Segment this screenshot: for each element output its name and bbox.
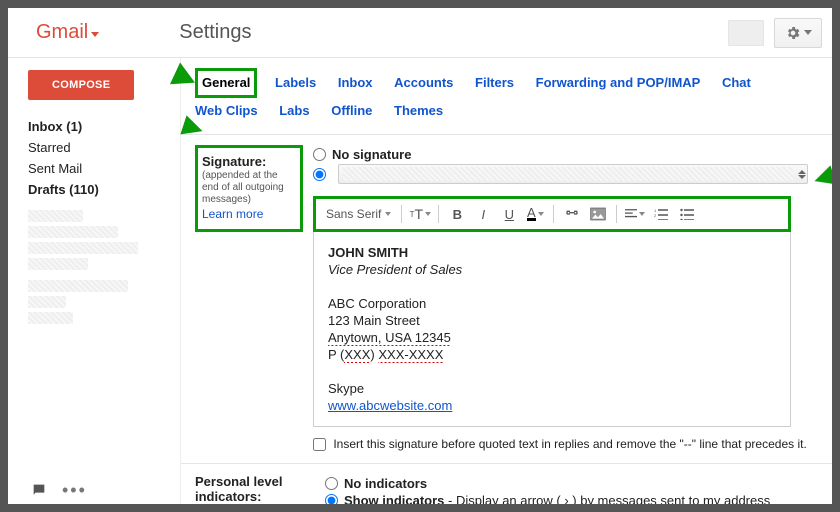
font-picker[interactable]: Sans Serif xyxy=(324,207,393,221)
gear-icon xyxy=(785,25,801,41)
nav-drafts[interactable]: Drafts (110) xyxy=(28,179,172,200)
no-indicators-label: No indicators xyxy=(344,476,427,491)
content: General Labels Inbox Accounts Filters Fo… xyxy=(180,58,832,504)
identity-selector[interactable] xyxy=(338,164,808,184)
caret-down-icon xyxy=(385,212,391,216)
font-label: Sans Serif xyxy=(326,207,381,221)
svg-text:2: 2 xyxy=(654,213,657,218)
page-title: Settings xyxy=(179,21,251,44)
signature-editor[interactable]: JOHN SMITH Vice President of Sales ABC C… xyxy=(313,232,791,427)
signature-label-box: Signature: (appended at the end of all o… xyxy=(195,145,303,232)
stepper-down-icon xyxy=(798,175,806,179)
image-button[interactable] xyxy=(588,205,608,223)
stepper-up-icon xyxy=(798,170,806,174)
caret-down-icon xyxy=(804,30,812,35)
insert-before-label: Insert this signature before quoted text… xyxy=(333,437,806,451)
account-avatar[interactable] xyxy=(728,20,764,46)
bulleted-list-button[interactable] xyxy=(677,205,697,223)
signature-section: Signature: (appended at the end of all o… xyxy=(181,141,832,451)
divider xyxy=(181,463,832,464)
link-button[interactable] xyxy=(562,205,582,223)
caret-down-icon xyxy=(639,212,645,216)
more-icon[interactable]: ••• xyxy=(62,486,87,494)
compose-button[interactable]: COMPOSE xyxy=(28,70,134,100)
show-indicators-label: Show indicators xyxy=(344,493,444,504)
sig-url[interactable]: www.abcwebsite.com xyxy=(328,398,452,413)
sig-street: 123 Main Street xyxy=(328,312,776,329)
sig-city: Anytown, USA 12345 xyxy=(328,329,776,346)
nav-starred[interactable]: Starred xyxy=(28,137,172,158)
nav-list: Inbox (1) Starred Sent Mail Drafts (110) xyxy=(28,116,172,200)
tab-themes[interactable]: Themes xyxy=(394,100,443,122)
insert-before-checkbox[interactable] xyxy=(313,438,326,451)
radio-show-indicators[interactable] xyxy=(325,494,338,504)
indicators-heading: Personal level indicators: xyxy=(195,474,282,504)
underline-button[interactable]: U xyxy=(499,205,519,223)
text-color-button[interactable]: A xyxy=(525,205,545,223)
italic-button[interactable]: I xyxy=(473,205,493,223)
sig-phone: P (XXX) XXX-XXXX xyxy=(328,346,776,363)
numbered-list-button[interactable]: 12 xyxy=(651,205,671,223)
insert-before-row: Insert this signature before quoted text… xyxy=(313,437,808,451)
radio-no-signature[interactable] xyxy=(313,148,326,161)
tab-chat[interactable]: Chat xyxy=(722,72,751,94)
signature-hint: (appended at the end of all outgoing mes… xyxy=(202,170,292,206)
sig-skype: Skype xyxy=(328,380,776,397)
tab-accounts[interactable]: Accounts xyxy=(394,72,453,94)
settings-gear-button[interactable] xyxy=(774,18,822,48)
tab-offline[interactable]: Offline xyxy=(331,100,372,122)
identity-value-blurred xyxy=(343,167,793,181)
learn-more-link[interactable]: Learn more xyxy=(202,207,263,221)
tab-webclips[interactable]: Web Clips xyxy=(195,100,258,122)
indicators-section: Personal level indicators: No indicators… xyxy=(181,470,832,504)
sidebar: COMPOSE Inbox (1) Starred Sent Mail Draf… xyxy=(8,58,180,504)
signature-toolbar: Sans Serif TT B I U A xyxy=(313,196,791,232)
no-signature-label: No signature xyxy=(332,147,411,162)
tab-labs[interactable]: Labs xyxy=(279,100,309,122)
sig-name: JOHN SMITH xyxy=(328,244,776,261)
tab-labels[interactable]: Labels xyxy=(275,72,316,94)
caret-down-icon xyxy=(538,212,544,216)
sig-company: ABC Corporation xyxy=(328,295,776,312)
topbar: Gmail Settings xyxy=(8,8,832,58)
align-button[interactable] xyxy=(625,205,645,223)
sig-title: Vice President of Sales xyxy=(328,261,776,278)
nav-inbox[interactable]: Inbox (1) xyxy=(28,116,172,137)
tab-filters[interactable]: Filters xyxy=(475,72,514,94)
gmail-logo[interactable]: Gmail xyxy=(36,21,99,44)
font-size-button[interactable]: TT xyxy=(410,205,430,223)
nav-sent[interactable]: Sent Mail xyxy=(28,158,172,179)
tab-inbox[interactable]: Inbox xyxy=(338,72,373,94)
chat-icon[interactable] xyxy=(30,482,48,498)
caret-down-icon xyxy=(91,32,99,37)
sidebar-extra-blurred xyxy=(28,210,172,324)
bold-button[interactable]: B xyxy=(447,205,467,223)
divider xyxy=(181,134,832,135)
settings-tabs: General Labels Inbox Accounts Filters Fo… xyxy=(181,58,832,122)
radio-no-indicators[interactable] xyxy=(325,477,338,490)
tab-general[interactable]: General xyxy=(195,68,257,98)
caret-down-icon xyxy=(425,212,431,216)
signature-heading: Signature: xyxy=(202,154,266,169)
gmail-logo-text: Gmail xyxy=(36,21,88,44)
tab-forwarding[interactable]: Forwarding and POP/IMAP xyxy=(536,72,701,94)
radio-use-signature[interactable] xyxy=(313,168,326,181)
show-indicators-desc: - Display an arrow ( › ) by messages sen… xyxy=(444,493,770,504)
